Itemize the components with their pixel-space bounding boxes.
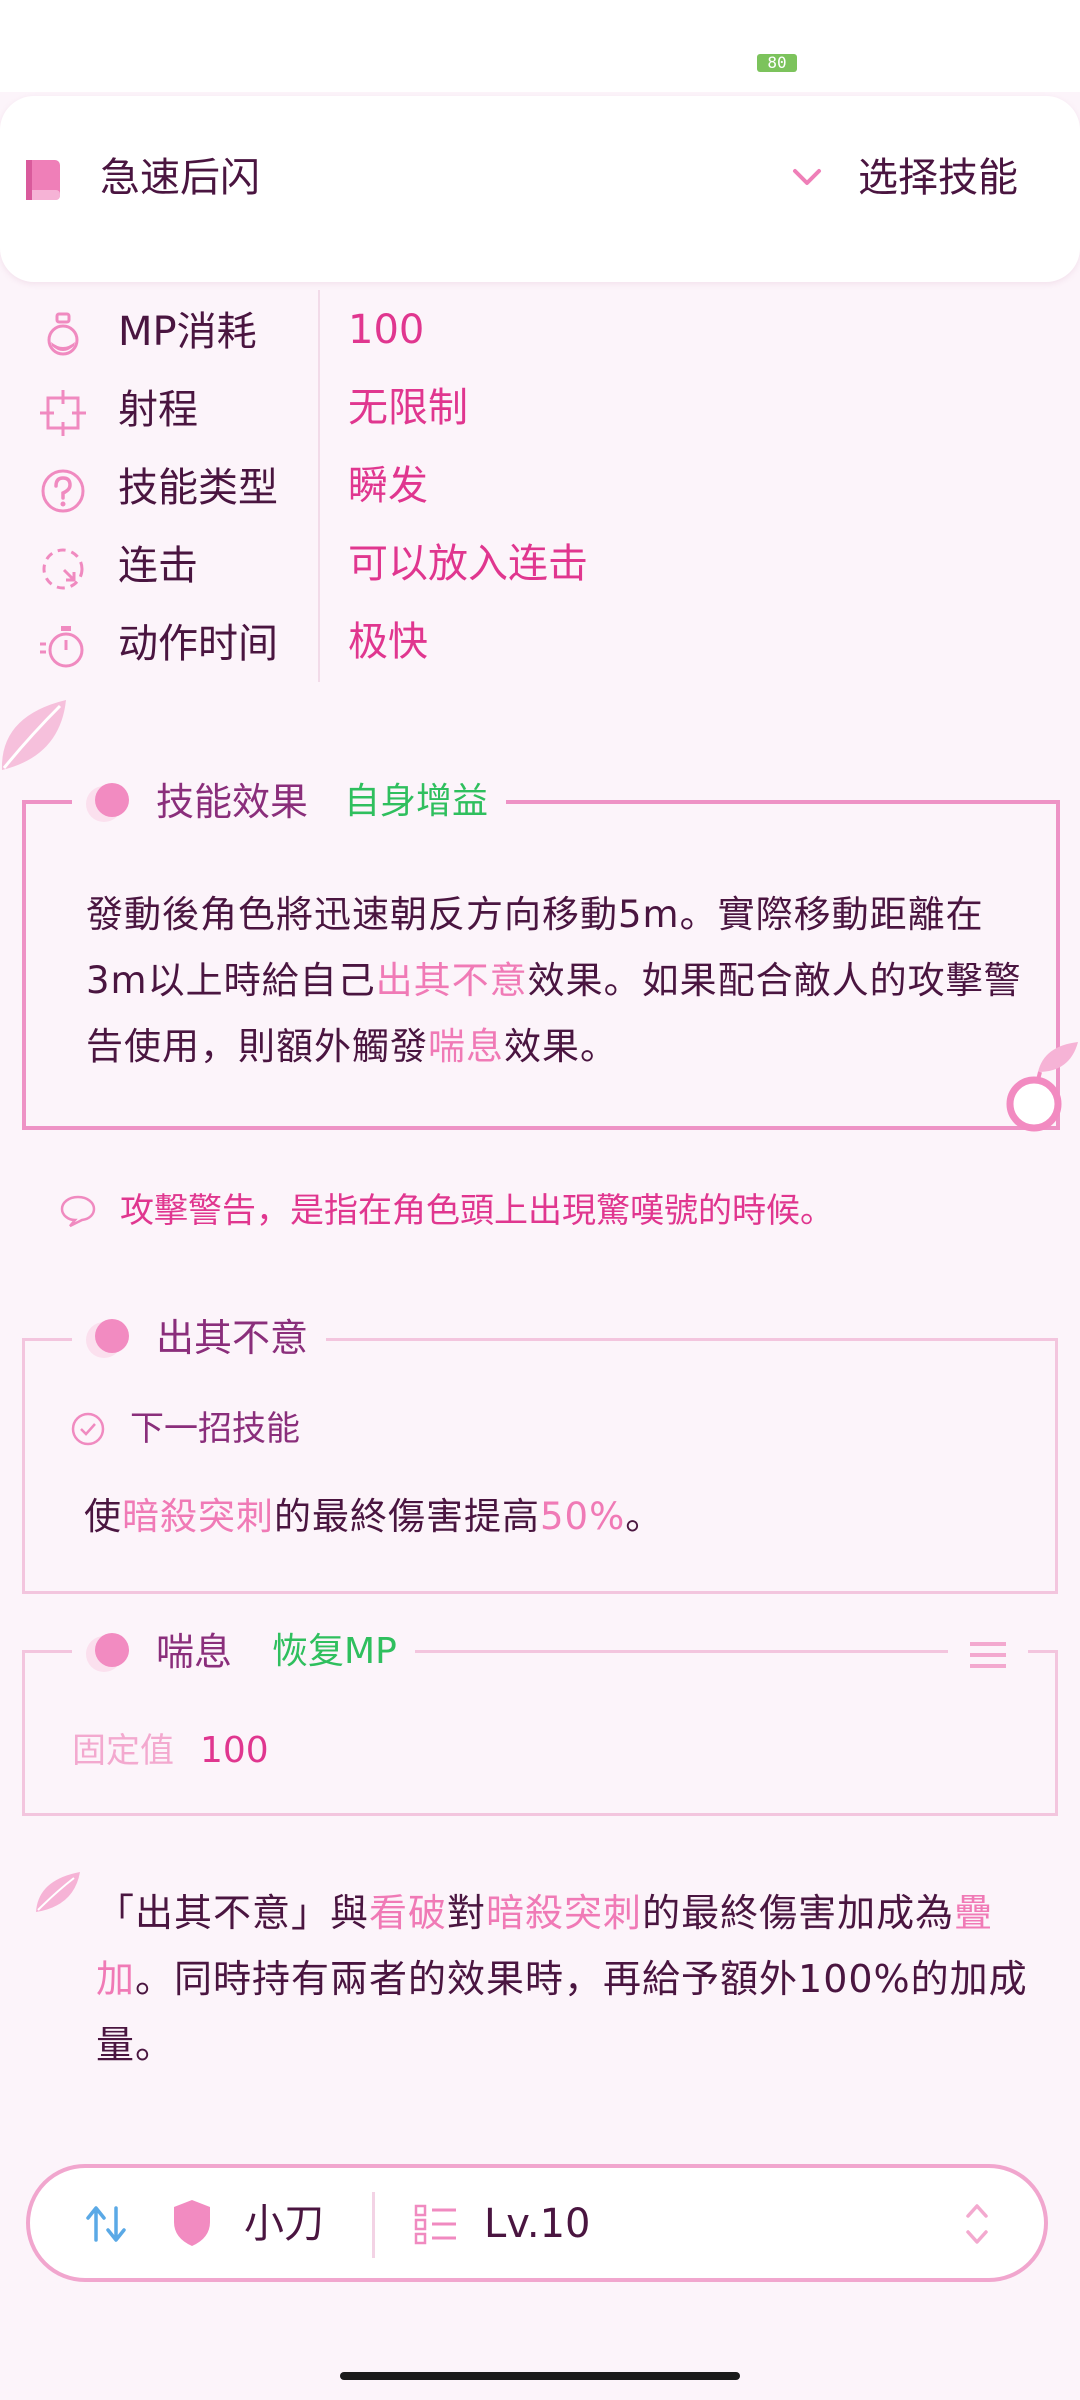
fixed-value-label: 固定值 xyxy=(72,1731,174,1771)
property-label: MP消耗 xyxy=(118,309,257,355)
property-row-type: 技能类型 瞬发 xyxy=(0,452,1080,522)
range-icon xyxy=(40,390,86,436)
surprise-condition: 下一招技能 xyxy=(70,1404,300,1454)
surprise-effect-box xyxy=(22,1338,1058,1594)
menu-icon[interactable] xyxy=(968,1640,1008,1670)
property-row-combo: 连击 可以放入连击 xyxy=(0,530,1080,600)
surprise-link[interactable]: 出其不意 xyxy=(376,959,528,1002)
breather-title: 喘息 xyxy=(156,1630,233,1674)
fixed-value-row: 固定值 100 xyxy=(72,1726,269,1776)
text-segment: 的最終傷害提高 xyxy=(274,1495,540,1538)
text-segment: 「出其不意」與 xyxy=(96,1891,370,1935)
surprise-text: 使暗殺突刺的最終傷害提高50%。 xyxy=(84,1484,1024,1550)
note-text: 攻擊警告，是指在角色頭上出現驚嘆號的時候。 xyxy=(120,1191,834,1231)
chevron-down-icon[interactable] xyxy=(792,166,822,188)
property-value: 无限制 xyxy=(348,385,468,431)
see-through-link[interactable]: 看破 xyxy=(369,1891,447,1935)
skill-name[interactable]: 急速后闪 xyxy=(100,150,260,206)
property-row-mp: MP消耗 100 xyxy=(0,296,1080,366)
select-skill-button[interactable]: 选择技能 xyxy=(858,150,1018,206)
status-bar xyxy=(0,0,1080,92)
property-label: 动作时间 xyxy=(118,621,278,667)
surprise-title: 出其不意 xyxy=(156,1316,309,1360)
property-label: 射程 xyxy=(118,387,198,433)
text-segment: 效果。 xyxy=(504,1025,618,1068)
assassinate-link[interactable]: 暗殺突刺 xyxy=(122,1495,274,1538)
skill-effect-title: 技能效果 xyxy=(156,780,309,824)
breather-header: 喘息 恢复MP xyxy=(72,1622,415,1682)
breather-link[interactable]: 喘息 xyxy=(428,1025,504,1068)
speech-bubble-icon xyxy=(60,1195,96,1228)
level-value[interactable]: Lv.10 xyxy=(484,2196,590,2252)
text-segment: 的最終傷害加成為 xyxy=(642,1891,955,1935)
skill-effect-header: 技能效果 自身增益 xyxy=(72,772,507,832)
text-segment: 對 xyxy=(447,1891,487,1935)
percent-value: 50% xyxy=(540,1495,626,1538)
book-icon xyxy=(26,160,60,200)
footer-info-text: 「出其不意」與看破對暗殺突刺的最終傷害加成為疊加。同時持有兩者的效果時，再給予額… xyxy=(96,1880,1036,2078)
home-indicator[interactable] xyxy=(340,2372,740,2380)
property-value: 极快 xyxy=(348,619,428,665)
moon-dot-icon xyxy=(86,783,129,822)
check-circle-icon xyxy=(71,1412,105,1446)
level-list-icon xyxy=(414,2204,456,2245)
question-icon xyxy=(41,469,85,513)
shield-icon xyxy=(174,2200,210,2246)
attack-warning-note: 攻擊警告，是指在角色頭上出現驚嘆號的時候。 xyxy=(60,1183,834,1239)
text-segment: 。同時持有兩者的效果時，再給予額外100%的加成量。 xyxy=(96,1957,1028,2067)
text-segment: 使 xyxy=(84,1495,122,1538)
bar-divider xyxy=(372,2192,375,2258)
surprise-header: 出其不意 xyxy=(72,1308,327,1368)
skill-effect-tag: 自身增益 xyxy=(344,781,489,822)
cherry-decoration-icon xyxy=(1006,1042,1078,1132)
weapon-name[interactable]: 小刀 xyxy=(244,2196,324,2252)
property-value: 瞬发 xyxy=(348,463,428,509)
chevron-updown-icon[interactable] xyxy=(964,2200,990,2248)
property-row-range: 射程 无限制 xyxy=(0,374,1080,444)
combo-icon xyxy=(42,548,84,590)
skill-effect-text: 發動後角色將迅速朝反方向移動5m。實際移動距離在3m以上時給自己出其不意效果。如… xyxy=(86,882,1026,1080)
condition-text: 下一招技能 xyxy=(130,1409,300,1449)
leaf-small-icon xyxy=(36,1872,80,1912)
moon-dot-icon xyxy=(86,1633,129,1672)
property-row-time: 动作时间 极快 xyxy=(0,608,1080,678)
leaf-decoration-icon xyxy=(1,700,66,770)
swap-arrows-icon[interactable] xyxy=(84,2204,128,2244)
stopwatch-icon xyxy=(40,626,84,668)
property-value: 可以放入连击 xyxy=(348,541,588,587)
property-label: 技能类型 xyxy=(118,465,278,511)
property-value: 100 xyxy=(348,307,425,353)
assassinate-link[interactable]: 暗殺突刺 xyxy=(486,1891,642,1935)
text-segment: 。 xyxy=(625,1495,664,1538)
battery-indicator: 80 xyxy=(757,54,797,72)
breather-tag: 恢复MP xyxy=(272,1631,397,1672)
moon-dot-icon xyxy=(86,1319,129,1358)
fixed-value: 100 xyxy=(200,1730,269,1771)
potion-icon xyxy=(47,312,79,356)
property-label: 连击 xyxy=(118,543,198,589)
